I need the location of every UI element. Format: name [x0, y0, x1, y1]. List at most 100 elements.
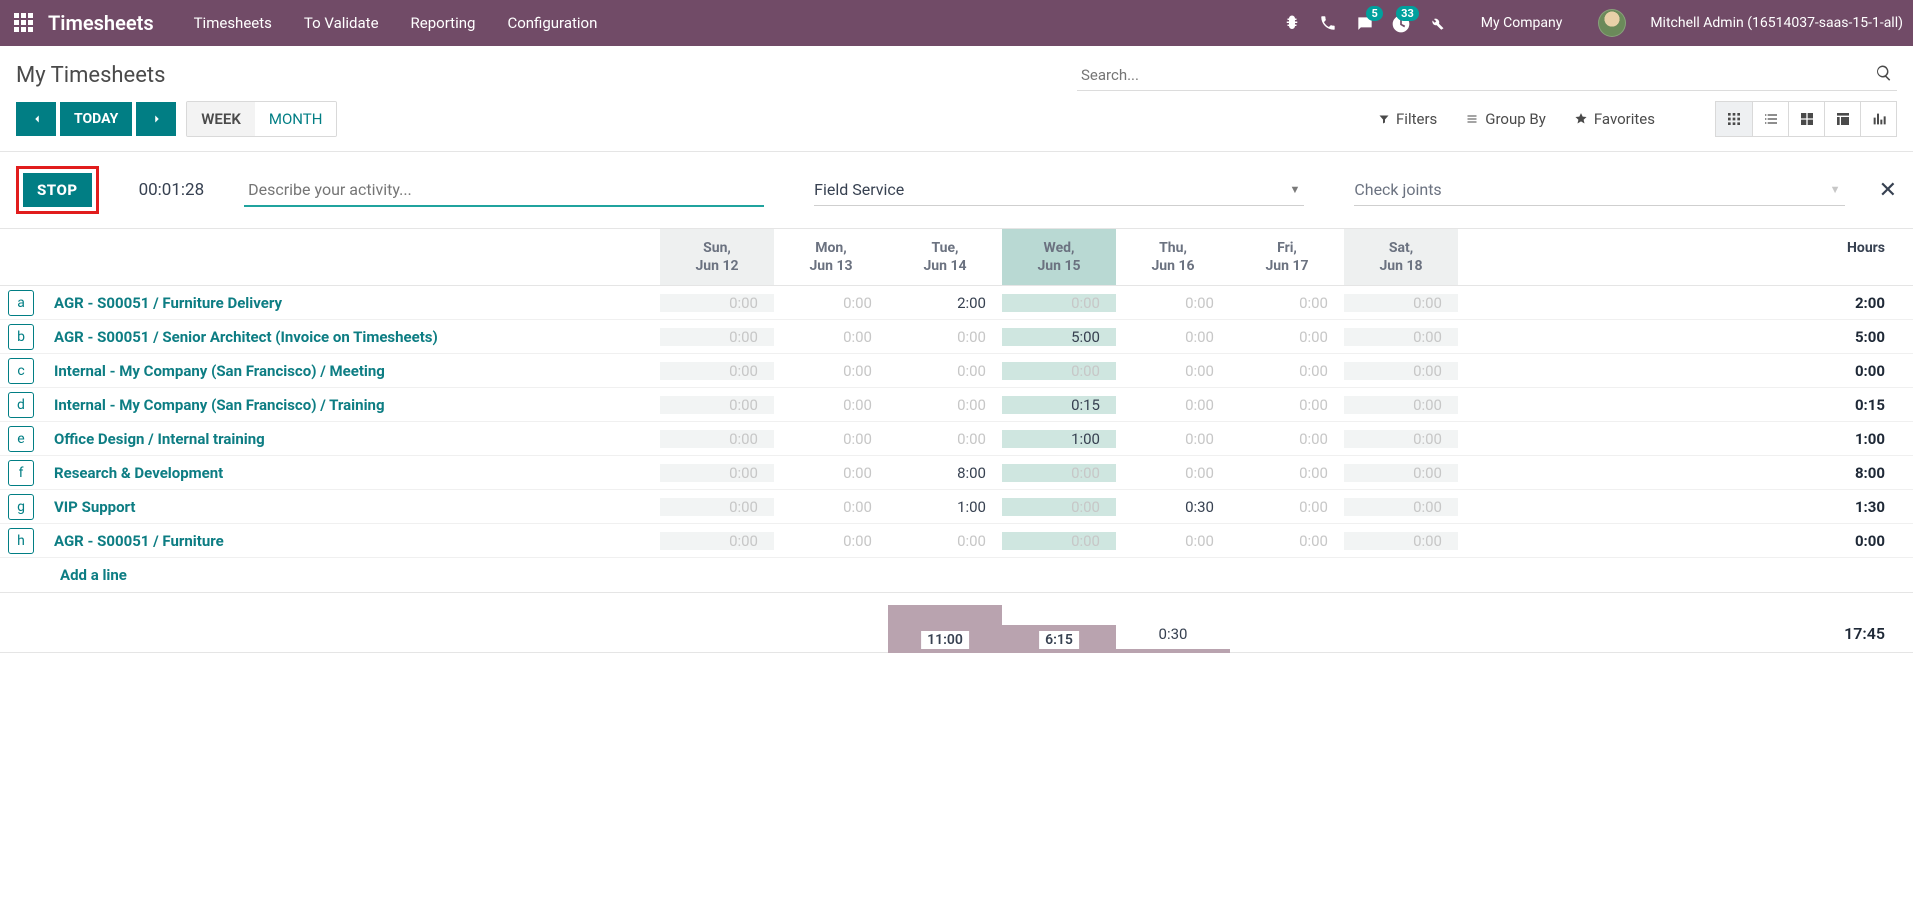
time-cell[interactable]: 0:00	[1002, 532, 1116, 550]
view-pivot-icon[interactable]	[1824, 102, 1860, 136]
row-shortcut-key[interactable]: a	[8, 290, 34, 316]
time-cell[interactable]: 0:00	[660, 362, 774, 380]
time-cell[interactable]: 8:00	[888, 464, 1002, 482]
time-cell[interactable]: 0:00	[888, 396, 1002, 414]
time-cell[interactable]: 0:00	[1116, 328, 1230, 346]
time-cell[interactable]: 0:00	[1230, 498, 1344, 516]
time-cell[interactable]: 0:00	[774, 430, 888, 448]
task-select[interactable]: Check joints▼	[1354, 174, 1844, 206]
time-cell[interactable]: 0:00	[774, 396, 888, 414]
time-cell[interactable]: 0:00	[1116, 430, 1230, 448]
time-cell[interactable]: 0:00	[660, 328, 774, 346]
row-label[interactable]: AGR - S00051 / Furniture	[40, 532, 660, 550]
user-avatar[interactable]	[1598, 9, 1626, 37]
time-cell[interactable]: 0:00	[1116, 464, 1230, 482]
row-shortcut-key[interactable]: d	[8, 392, 34, 418]
next-period-button[interactable]	[136, 102, 176, 136]
time-cell[interactable]: 0:00	[1344, 430, 1458, 448]
time-cell[interactable]: 0:00	[774, 498, 888, 516]
time-cell[interactable]: 0:00	[1344, 294, 1458, 312]
time-cell[interactable]: 0:00	[774, 328, 888, 346]
time-cell[interactable]: 0:00	[1116, 396, 1230, 414]
row-label[interactable]: Internal - My Company (San Francisco) / …	[40, 396, 660, 414]
nav-item-to-validate[interactable]: To Validate	[304, 14, 379, 32]
view-kanban-icon[interactable]	[1788, 102, 1824, 136]
time-cell[interactable]: 0:00	[1230, 464, 1344, 482]
view-list-icon[interactable]	[1752, 102, 1788, 136]
range-week-button[interactable]: WEEK	[187, 102, 255, 136]
view-graph-icon[interactable]	[1860, 102, 1896, 136]
time-cell[interactable]: 0:00	[660, 498, 774, 516]
row-shortcut-key[interactable]: e	[8, 426, 34, 452]
project-select[interactable]: Field Service▼	[814, 174, 1304, 206]
time-cell[interactable]: 0:00	[888, 532, 1002, 550]
clear-task-icon[interactable]: ✕	[1879, 178, 1897, 203]
range-month-button[interactable]: MONTH	[255, 102, 337, 136]
time-cell[interactable]: 0:00	[1230, 362, 1344, 380]
time-cell[interactable]: 0:00	[1116, 294, 1230, 312]
time-cell[interactable]: 1:00	[888, 498, 1002, 516]
activities-icon[interactable]: 33	[1391, 14, 1409, 32]
time-cell[interactable]: 0:15	[1002, 396, 1116, 414]
time-cell[interactable]: 0:00	[1230, 294, 1344, 312]
prev-period-button[interactable]	[16, 102, 56, 136]
apps-menu-icon[interactable]	[14, 13, 34, 33]
time-cell[interactable]: 0:00	[660, 464, 774, 482]
time-cell[interactable]: 0:00	[888, 362, 1002, 380]
search-input[interactable]	[1077, 60, 1897, 91]
time-cell[interactable]: 0:30	[1116, 498, 1230, 516]
messages-icon[interactable]: 5	[1355, 14, 1373, 32]
row-shortcut-key[interactable]: c	[8, 358, 34, 384]
time-cell[interactable]: 0:00	[1230, 430, 1344, 448]
add-line-button[interactable]: Add a line	[0, 558, 1913, 593]
time-cell[interactable]: 0:00	[1344, 396, 1458, 414]
row-label[interactable]: VIP Support	[40, 498, 660, 516]
time-cell[interactable]: 0:00	[888, 328, 1002, 346]
time-cell[interactable]: 0:00	[774, 464, 888, 482]
time-cell[interactable]: 0:00	[1230, 396, 1344, 414]
row-label[interactable]: Internal - My Company (San Francisco) / …	[40, 362, 660, 380]
row-label[interactable]: AGR - S00051 / Furniture Delivery	[40, 294, 660, 312]
favorites-button[interactable]: Favorites	[1574, 110, 1655, 128]
time-cell[interactable]: 0:00	[1230, 532, 1344, 550]
time-cell[interactable]: 0:00	[660, 294, 774, 312]
activity-input[interactable]	[244, 174, 764, 207]
company-switcher[interactable]: My Company	[1481, 15, 1563, 31]
row-label[interactable]: Research & Development	[40, 464, 660, 482]
time-cell[interactable]: 0:00	[1344, 328, 1458, 346]
row-shortcut-key[interactable]: g	[8, 494, 34, 520]
time-cell[interactable]: 0:00	[1344, 464, 1458, 482]
user-menu[interactable]: Mitchell Admin (16514037-saas-15-1-all)	[1650, 15, 1903, 31]
time-cell[interactable]: 0:00	[1344, 498, 1458, 516]
time-cell[interactable]: 0:00	[660, 532, 774, 550]
time-cell[interactable]: 0:00	[888, 430, 1002, 448]
row-label[interactable]: AGR - S00051 / Senior Architect (Invoice…	[40, 328, 660, 346]
time-cell[interactable]: 0:00	[1002, 294, 1116, 312]
row-shortcut-key[interactable]: b	[8, 324, 34, 350]
timer-stop-button[interactable]: STOP	[23, 173, 92, 207]
time-cell[interactable]: 0:00	[1116, 532, 1230, 550]
search-icon[interactable]	[1875, 64, 1893, 82]
time-cell[interactable]: 0:00	[1002, 362, 1116, 380]
time-cell[interactable]: 0:00	[1344, 532, 1458, 550]
time-cell[interactable]: 0:00	[660, 430, 774, 448]
time-cell[interactable]: 0:00	[660, 396, 774, 414]
nav-item-reporting[interactable]: Reporting	[411, 14, 476, 32]
phone-icon[interactable]	[1319, 14, 1337, 32]
row-shortcut-key[interactable]: h	[8, 528, 34, 554]
row-shortcut-key[interactable]: f	[8, 460, 34, 486]
time-cell[interactable]: 0:00	[774, 532, 888, 550]
debug-icon[interactable]	[1283, 14, 1301, 32]
time-cell[interactable]: 0:00	[1002, 464, 1116, 482]
time-cell[interactable]: 0:00	[1230, 328, 1344, 346]
row-label[interactable]: Office Design / Internal training	[40, 430, 660, 448]
time-cell[interactable]: 0:00	[774, 294, 888, 312]
app-brand[interactable]: Timesheets	[48, 11, 154, 35]
time-cell[interactable]: 1:00	[1002, 430, 1116, 448]
view-grid-icon[interactable]	[1716, 102, 1752, 136]
nav-item-timesheets[interactable]: Timesheets	[194, 14, 272, 32]
time-cell[interactable]: 0:00	[1116, 362, 1230, 380]
time-cell[interactable]: 0:00	[774, 362, 888, 380]
filters-button[interactable]: Filters	[1378, 110, 1437, 128]
tools-icon[interactable]	[1427, 14, 1445, 32]
